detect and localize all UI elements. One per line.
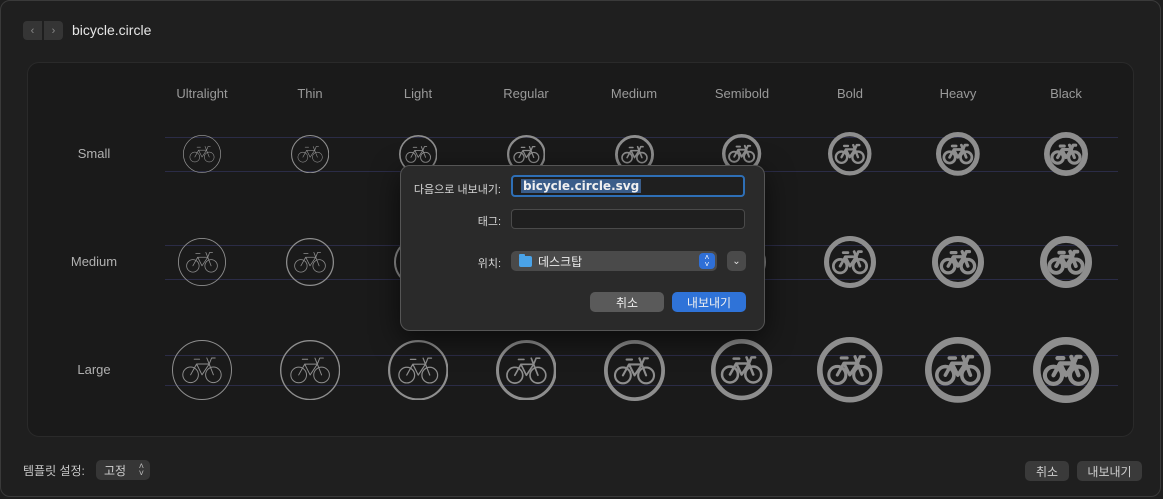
bicycle-circle-icon xyxy=(279,339,341,401)
bicycle-circle-icon xyxy=(932,236,984,288)
dialog-cancel-button[interactable]: 취소 xyxy=(590,292,664,312)
bicycle-circle-icon xyxy=(172,340,232,400)
filename-field[interactable]: bicycle.circle.svg xyxy=(511,175,745,197)
bicycle-circle-icon xyxy=(183,135,221,173)
template-settings-label: 템플릿 설정: xyxy=(23,464,85,478)
chevron-right-icon: › xyxy=(51,24,56,37)
filename-value: bicycle.circle.svg xyxy=(521,179,642,193)
weight-header: Ultralight xyxy=(176,86,228,101)
location-label: 위치: xyxy=(477,258,501,270)
bicycle-circle-icon xyxy=(1040,236,1092,288)
weight-header: Heavy xyxy=(939,86,977,101)
bicycle-circle-icon xyxy=(1033,337,1099,403)
dialog-export-button[interactable]: 내보내기 xyxy=(672,292,746,312)
template-select-value: 고정 xyxy=(104,463,127,478)
cancel-button[interactable]: 취소 xyxy=(1025,461,1069,481)
scale-header: Small xyxy=(77,146,111,161)
tags-label: 태그: xyxy=(477,216,501,228)
bicycle-circle-icon xyxy=(936,132,980,176)
location-select[interactable]: 데스크탑 ˄ ˅ xyxy=(511,251,717,271)
up-down-chevron-icon: ˄ ˅ xyxy=(699,253,715,269)
chevron-down-icon: ⌄ xyxy=(732,255,741,267)
expand-button[interactable]: ⌄ xyxy=(727,251,746,271)
location-value: 데스크탑 xyxy=(538,254,583,269)
export-dialog: 다음으로 내보내기: bicycle.circle.svg 태그: 위치: 데스… xyxy=(400,165,765,331)
tags-field[interactable] xyxy=(511,209,745,229)
export-as-label: 다음으로 내보내기: xyxy=(413,184,501,196)
bicycle-circle-icon xyxy=(178,238,226,286)
up-down-chevron-icon: ˄ ˅ xyxy=(138,461,144,478)
bicycle-circle-icon xyxy=(387,339,449,401)
weight-header: Black xyxy=(1050,86,1082,101)
nav-buttons: ‹ › xyxy=(23,21,63,40)
bicycle-circle-icon xyxy=(495,339,557,401)
export-button[interactable]: 내보내기 xyxy=(1077,461,1142,481)
scale-header: Medium xyxy=(70,254,118,269)
bicycle-circle-icon xyxy=(290,134,330,174)
weight-header: Regular xyxy=(503,86,549,101)
scale-header: Large xyxy=(77,362,111,377)
bicycle-circle-icon xyxy=(286,238,334,286)
weight-header: Semibold xyxy=(714,86,770,101)
template-select[interactable]: 고정 ˄ ˅ xyxy=(96,460,150,480)
chevron-left-icon: ‹ xyxy=(30,24,35,37)
weight-header: Light xyxy=(403,86,433,101)
weight-header: Thin xyxy=(297,86,323,101)
back-button[interactable]: ‹ xyxy=(23,21,42,40)
bicycle-circle-icon xyxy=(1044,132,1088,176)
forward-button[interactable]: › xyxy=(44,21,63,40)
bicycle-circle-icon xyxy=(603,339,665,401)
bicycle-circle-icon xyxy=(828,132,872,176)
weight-header: Medium xyxy=(610,86,658,101)
export-window: ‹ › bicycle.circle Ultralight Thin Light Re… xyxy=(0,0,1161,497)
folder-icon xyxy=(519,253,532,267)
bicycle-circle-icon xyxy=(711,339,773,401)
weight-header: Bold xyxy=(836,86,864,101)
bicycle-circle-icon xyxy=(817,337,883,403)
bicycle-circle-icon xyxy=(824,236,876,288)
window-title: bicycle.circle xyxy=(72,22,152,38)
bicycle-circle-icon xyxy=(925,337,991,403)
